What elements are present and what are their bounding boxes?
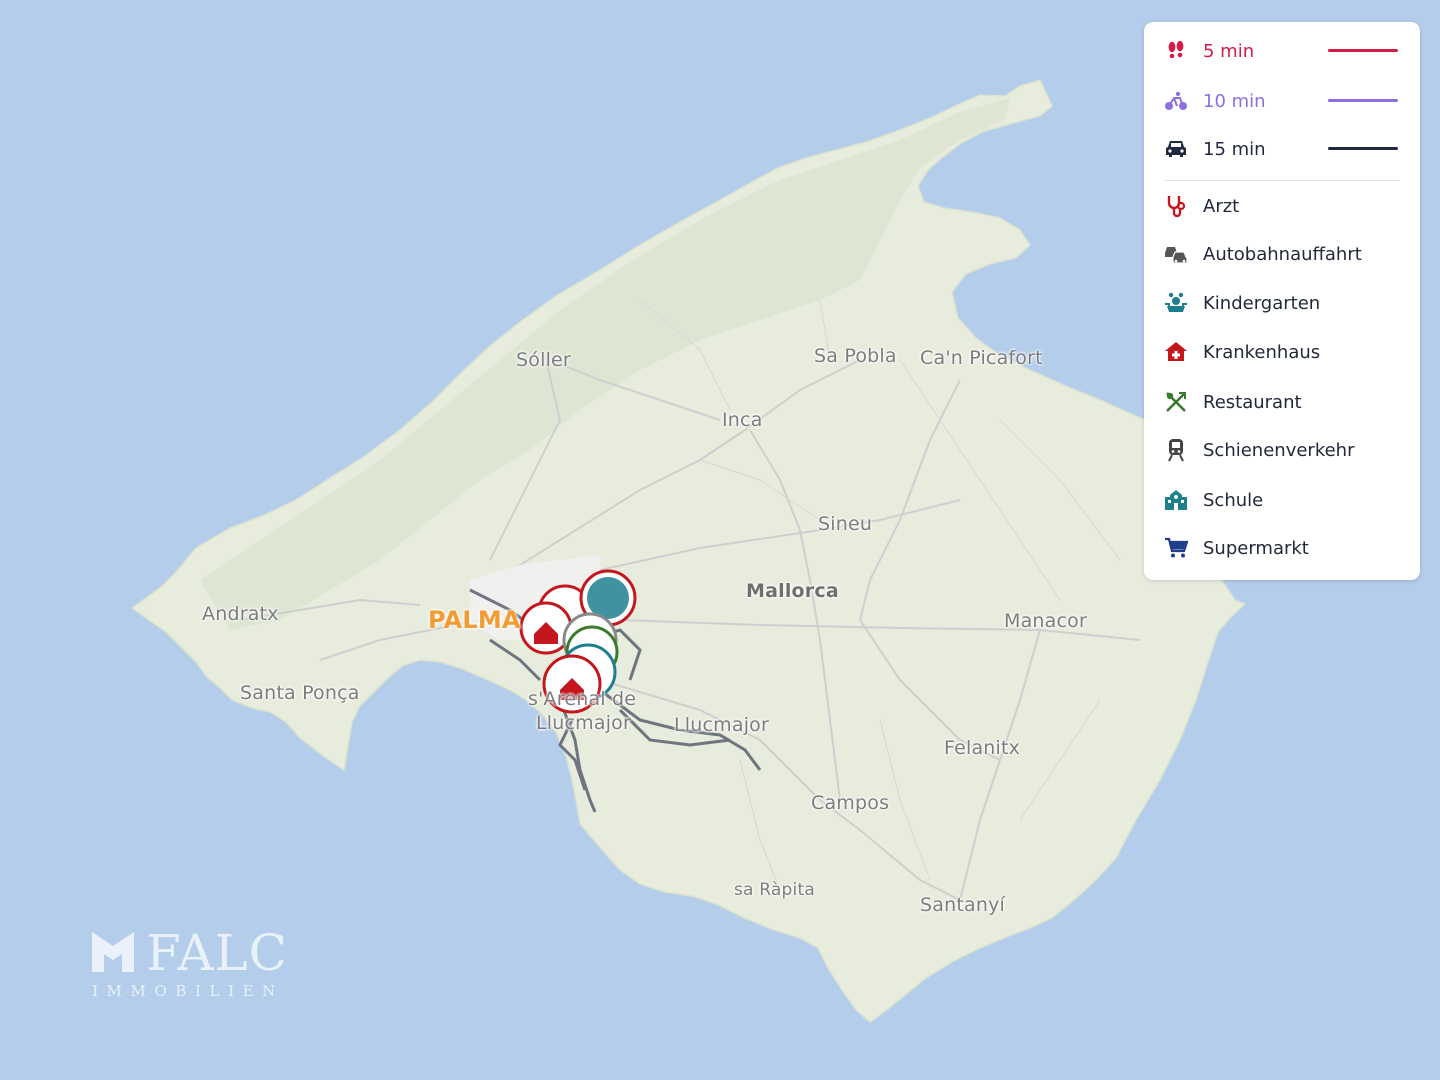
place-soller: Sóller: [516, 349, 571, 371]
legend-category-label: Restaurant: [1203, 391, 1302, 413]
cutlery-icon: [1164, 390, 1188, 414]
watermark-name: FALC: [146, 924, 288, 982]
legend-category-label: Kindergarten: [1203, 292, 1321, 314]
place-campos: Campos: [811, 792, 890, 814]
legend-travel-label: 10 min: [1203, 90, 1266, 112]
kindergarten-icon: [1164, 291, 1188, 315]
legend-travel-cycling[interactable]: 10 min: [1164, 85, 1400, 117]
place-can-picafort: Ca'n Picafort: [920, 347, 1043, 369]
place-felanitx: Felanitx: [944, 737, 1021, 759]
place-andratx: Andratx: [202, 603, 279, 625]
map-canvas[interactable]: Sóller Sa Pobla Ca'n Picafort Inca Sineu…: [0, 0, 1440, 1080]
legend-travel-label: 15 min: [1203, 138, 1266, 160]
place-sineu: Sineu: [818, 513, 873, 535]
place-mallorca: Mallorca: [746, 580, 839, 602]
legend-category-label: Krankenhaus: [1203, 341, 1321, 363]
legend-category-label: Supermarkt: [1203, 537, 1309, 559]
legend-category-schienenverkehr[interactable]: Schienenverkehr: [1164, 434, 1400, 466]
highway-icon: [1164, 242, 1188, 266]
legend-category-autobahnauffahrt[interactable]: Autobahnauffahrt: [1164, 238, 1400, 270]
legend-divider: [1164, 180, 1400, 181]
place-sarenal: s'Arenal de: [528, 688, 637, 710]
walking-isochrone-swatch: [1328, 49, 1398, 52]
school-icon: [1164, 488, 1188, 512]
driving-isochrone-swatch: [1328, 147, 1398, 150]
footprints-icon: [1164, 39, 1188, 63]
legend-category-kindergarten[interactable]: Kindergarten: [1164, 287, 1400, 319]
hospital-icon: [1164, 340, 1188, 364]
watermark-sub: IMMOBILIEN: [92, 982, 284, 1000]
place-santanyi: Santanyí: [920, 894, 1006, 916]
falc-logo-icon: [92, 932, 134, 972]
stethoscope-icon: [1164, 194, 1188, 218]
legend-category-krankenhaus[interactable]: Krankenhaus: [1164, 336, 1400, 368]
place-sa-rapita: sa Ràpita: [734, 880, 815, 900]
legend-category-label: Schule: [1203, 489, 1264, 511]
legend-travel-label: 5 min: [1203, 40, 1255, 62]
car-icon: [1164, 137, 1188, 161]
place-sa-pobla: Sa Pobla: [814, 345, 897, 367]
place-inca: Inca: [722, 409, 763, 431]
place-santa-ponca: Santa Ponça: [240, 682, 360, 704]
cycling-isochrone-swatch: [1328, 99, 1398, 102]
train-icon: [1164, 438, 1188, 462]
legend-category-supermarkt[interactable]: Supermarkt: [1164, 532, 1400, 564]
cart-icon: [1164, 536, 1188, 560]
legend-travel-driving[interactable]: 15 min: [1164, 133, 1400, 165]
legend-category-schule[interactable]: Schule: [1164, 484, 1400, 516]
legend-category-label: Schienenverkehr: [1203, 439, 1355, 461]
place-llucmajor-sub: Llucmajor: [536, 712, 632, 734]
place-manacor: Manacor: [1004, 610, 1088, 632]
map-legend: 5 min 10 min 15 min Arzt Autobahnauffahr…: [1144, 22, 1420, 580]
legend-category-label: Autobahnauffahrt: [1203, 243, 1362, 265]
place-llucmajor: Llucmajor: [674, 714, 770, 736]
place-palma: PALMA: [428, 606, 521, 634]
legend-travel-walking[interactable]: 5 min: [1164, 35, 1400, 67]
legend-category-label: Arzt: [1203, 195, 1240, 217]
legend-category-restaurant[interactable]: Restaurant: [1164, 386, 1400, 418]
legend-category-arzt[interactable]: Arzt: [1164, 190, 1400, 222]
bicycle-icon: [1164, 89, 1188, 113]
